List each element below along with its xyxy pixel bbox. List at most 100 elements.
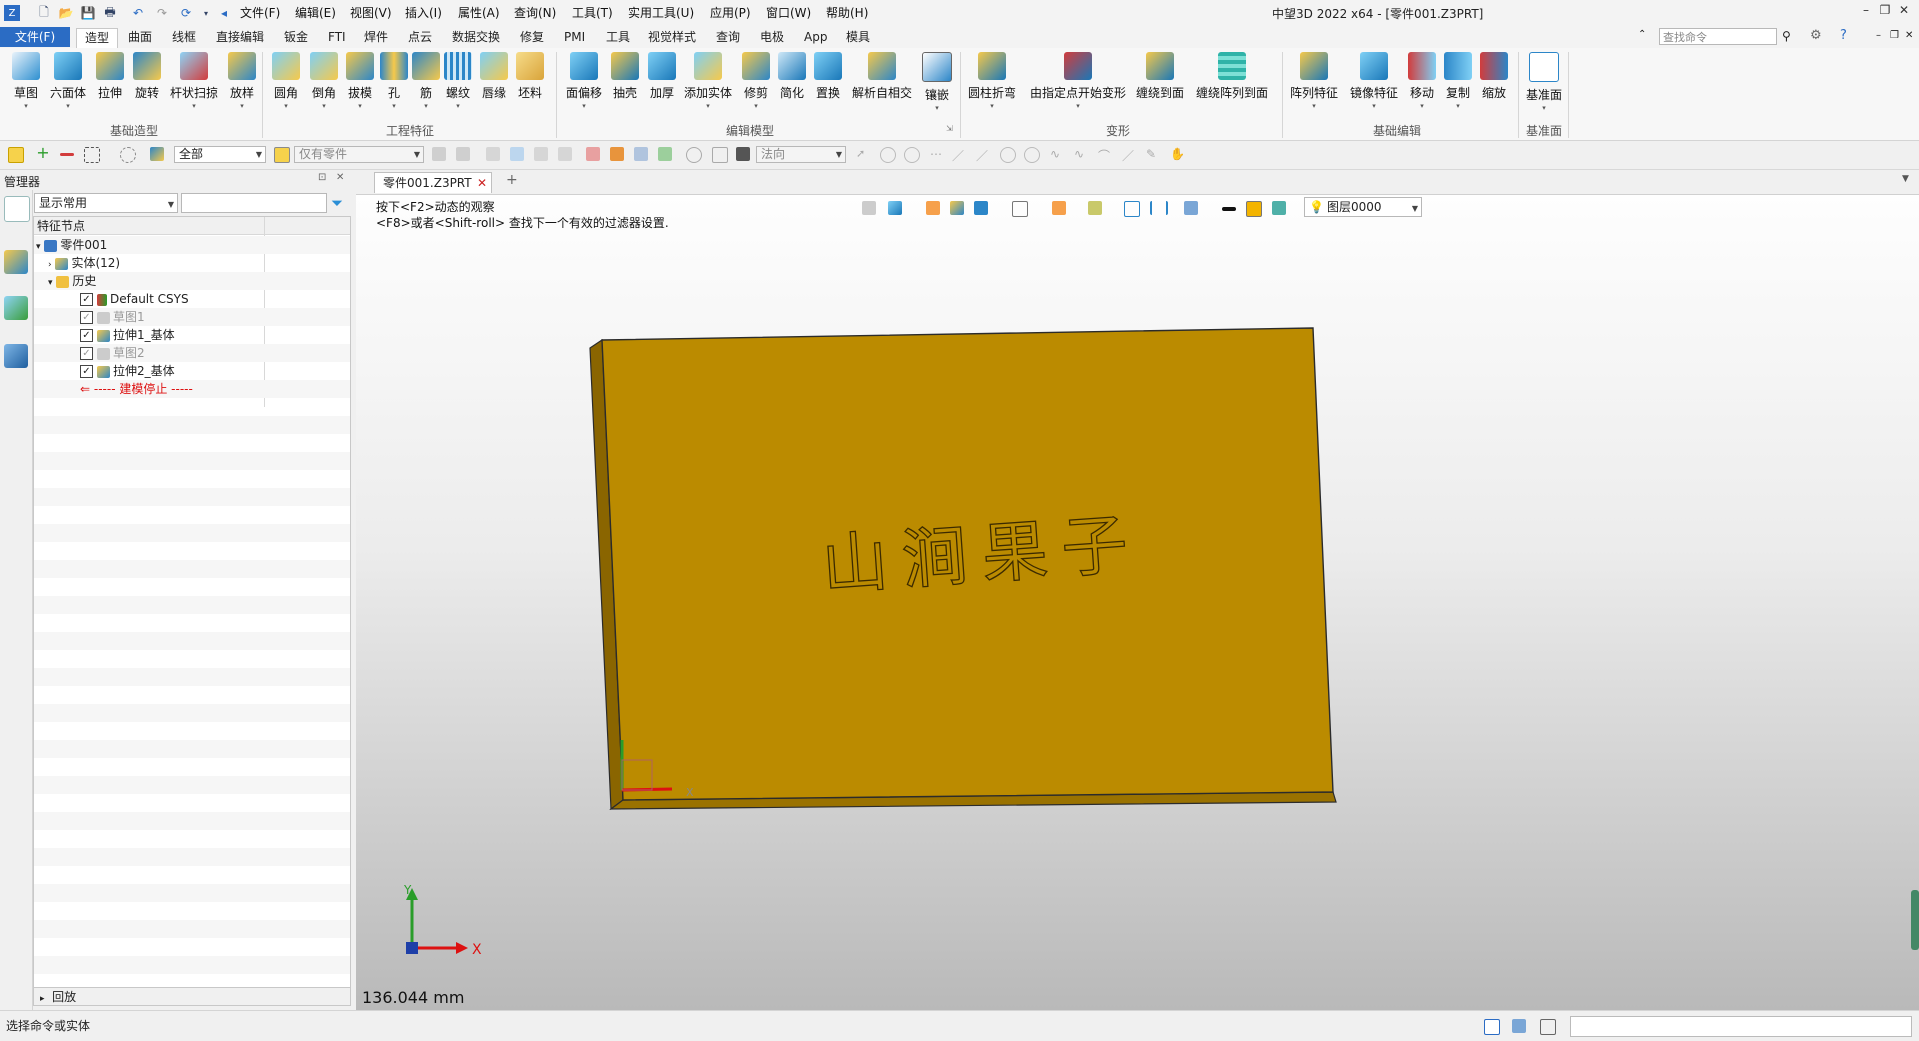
snap-icon-1[interactable] xyxy=(880,147,896,163)
tab-wireframe[interactable]: 线框 xyxy=(172,28,196,47)
loft-button[interactable]: 放样 ▾ xyxy=(228,52,256,110)
close-panel-icon[interactable]: ✕ xyxy=(336,172,344,183)
align-icon-3[interactable] xyxy=(534,147,548,161)
part-filter-icon[interactable] xyxy=(274,147,290,163)
box-select-icon[interactable] xyxy=(84,147,100,163)
user-icon[interactable] xyxy=(4,344,28,368)
align-icon-2[interactable] xyxy=(510,147,524,161)
status-tool-icon[interactable] xyxy=(1484,1019,1500,1035)
self-intersect-button[interactable]: 解析自相交 xyxy=(852,52,912,110)
clock-icon[interactable] xyxy=(686,147,702,163)
menu-help[interactable]: 帮助(H) xyxy=(826,4,868,21)
tab-point-cloud[interactable]: 点云 xyxy=(408,28,432,47)
add-icon[interactable]: + xyxy=(36,145,50,161)
extrude-button[interactable]: 拉伸 xyxy=(96,52,124,110)
shell-button[interactable]: 抽壳 xyxy=(611,52,639,110)
view-back-icon[interactable] xyxy=(862,201,876,215)
wrap-to-face-button[interactable]: 缠绕到面 xyxy=(1136,52,1184,110)
tab-surface[interactable]: 曲面 xyxy=(128,28,152,47)
revolve-button[interactable]: 旋转 xyxy=(133,52,161,110)
lip-button[interactable]: 唇缘 xyxy=(480,52,508,110)
filter-combo[interactable]: 全部 ▼ xyxy=(174,146,266,163)
tab-app[interactable]: App xyxy=(804,28,827,47)
menu-tools[interactable]: 工具(T) xyxy=(572,4,613,21)
minimize-button[interactable]: – xyxy=(1858,3,1874,19)
menu-query[interactable]: 查询(N) xyxy=(514,4,556,21)
move-button[interactable]: 移动 ▾ xyxy=(1408,52,1436,110)
pin-icon[interactable]: ⊡ xyxy=(318,172,326,183)
filter-icon[interactable] xyxy=(150,147,164,161)
tab-fti[interactable]: FTI xyxy=(328,28,346,47)
line-icon[interactable]: ／ xyxy=(952,147,966,163)
tree-node-extrude2[interactable]: ✓ 拉伸2_基体 xyxy=(80,362,175,380)
visibility-checkbox[interactable]: ✓ xyxy=(80,311,93,324)
view-cube-icon[interactable] xyxy=(1012,201,1028,217)
shaded-icon[interactable] xyxy=(950,201,964,215)
box-button[interactable]: 六面体 ▾ xyxy=(50,52,86,110)
menu-utilities[interactable]: 实用工具(U) xyxy=(628,4,694,21)
circle-icon[interactable] xyxy=(1000,147,1016,163)
menu-view[interactable]: 视图(V) xyxy=(350,4,392,21)
tree-node-csys[interactable]: ✓ Default CSYS xyxy=(80,290,189,308)
snap-icon-2[interactable] xyxy=(904,147,920,163)
inlay-button[interactable]: 镶嵌 ▾ xyxy=(922,52,952,112)
pen-icon[interactable]: ✎ xyxy=(1146,147,1160,161)
doc-minimize-button[interactable]: – xyxy=(1876,30,1881,41)
tree-node-sketch2[interactable]: ✓ 草图2 xyxy=(80,344,145,362)
line-color-swatch[interactable] xyxy=(1222,207,1236,211)
section-icon[interactable] xyxy=(1052,201,1066,215)
select-arrow-icon[interactable] xyxy=(8,147,24,163)
menu-insert[interactable]: 插入(I) xyxy=(405,4,442,21)
undo-icon[interactable]: ↶ xyxy=(130,5,146,21)
visibility-checkbox[interactable]: ✓ xyxy=(80,347,93,360)
color-tool-icon[interactable] xyxy=(610,147,624,161)
direction-combo[interactable]: 法向 ▼ xyxy=(756,146,846,163)
doc-close-button[interactable]: ✕ xyxy=(1905,30,1913,41)
collapse-ribbon-icon[interactable]: ⌃ xyxy=(1638,29,1646,40)
tree-filter-input[interactable] xyxy=(181,193,327,213)
tree-node-solids[interactable]: › 实体(12) xyxy=(48,254,120,272)
layout-icon[interactable] xyxy=(1184,201,1198,215)
highlight-icon[interactable] xyxy=(926,201,940,215)
draft-button[interactable]: 拔模 ▾ xyxy=(346,52,374,110)
refresh-icon[interactable]: ⟳ xyxy=(178,5,194,21)
part-filter-combo[interactable]: 仅有零件 ▼ xyxy=(294,146,424,163)
display-tool-icon[interactable] xyxy=(658,147,672,161)
face-offset-button[interactable]: 面偏移 ▾ xyxy=(566,52,602,110)
print-icon[interactable]: 🖶 xyxy=(102,5,118,21)
file-menu-button[interactable]: 文件(F) xyxy=(0,27,70,47)
hole-button[interactable]: 孔 ▾ xyxy=(380,52,408,110)
chamfer-button[interactable]: 倒角 ▾ xyxy=(310,52,338,110)
add-solid-button[interactable]: 添加实体 ▾ xyxy=(684,52,732,110)
app-logo-icon[interactable]: Z xyxy=(4,5,20,21)
tab-electrode[interactable]: 电极 xyxy=(760,28,784,47)
mirror-feature-button[interactable]: 镜像特征 ▾ xyxy=(1350,52,1398,110)
visibility-checkbox[interactable]: ✓ xyxy=(80,293,93,306)
menu-attributes[interactable]: 属性(A) xyxy=(458,4,500,21)
arc-icon[interactable]: ⌒ xyxy=(1098,147,1112,163)
display-icon[interactable] xyxy=(974,201,988,215)
restore-button[interactable]: ❐ xyxy=(1877,3,1893,19)
thread-button[interactable]: 螺纹 ▾ xyxy=(444,52,472,110)
tab-modeling[interactable]: 造型 xyxy=(76,28,119,48)
copy-button[interactable]: 复制 ▾ xyxy=(1444,52,1472,110)
funnel-icon[interactable]: ⏷ xyxy=(331,194,343,212)
document-tab[interactable]: 零件001.Z3PRT ✕ xyxy=(374,172,492,193)
sweep-button[interactable]: 杆状扫掠 ▾ xyxy=(170,52,218,110)
curve-icon[interactable]: ∿ xyxy=(1050,147,1064,161)
scale-button[interactable]: 缩放 xyxy=(1480,52,1508,110)
display-mode-combo[interactable]: 显示常用 ▼ xyxy=(34,193,178,213)
part-model[interactable]: 山涧果子 X xyxy=(580,320,1340,840)
help-icon[interactable]: ? xyxy=(1840,28,1847,43)
layer-filter-icon[interactable] xyxy=(1272,201,1286,215)
hand-icon[interactable]: ✋ xyxy=(1170,147,1185,161)
visibility-checkbox[interactable]: ✓ xyxy=(80,329,93,342)
curve-icon-2[interactable]: ∿ xyxy=(1074,147,1088,161)
replace-button[interactable]: 置换 xyxy=(814,52,842,110)
face-color-swatch[interactable] xyxy=(1246,201,1262,217)
tree-node-part[interactable]: ▾ 零件001 xyxy=(36,236,107,254)
tree-node-history[interactable]: ▾ 历史 xyxy=(48,272,96,290)
measure-icon[interactable] xyxy=(1150,201,1168,215)
status-input[interactable] xyxy=(1570,1016,1912,1037)
tree-node-extrude1[interactable]: ✓ 拉伸1_基体 xyxy=(80,326,175,344)
